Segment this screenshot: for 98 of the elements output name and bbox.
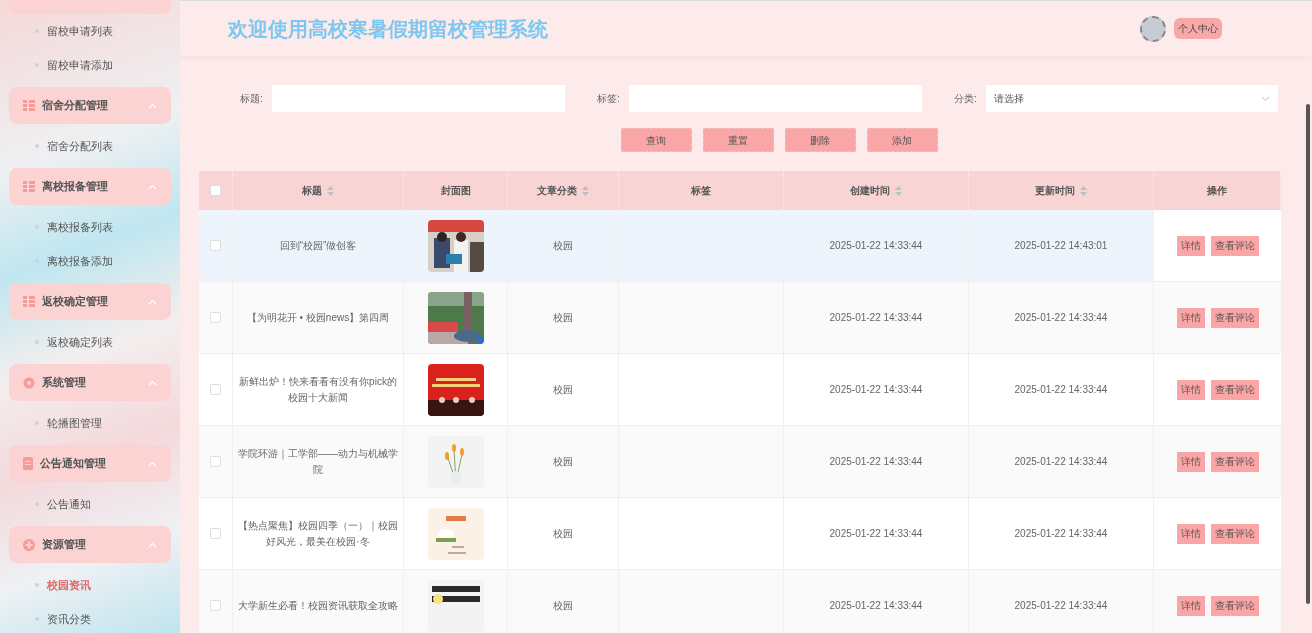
sort-icon[interactable]: [327, 185, 334, 196]
row-action-button[interactable]: 查看评论: [1210, 379, 1259, 400]
row-action-button[interactable]: 详情: [1176, 451, 1205, 472]
grid-icon: [23, 296, 35, 307]
menu-group-header[interactable]: 资源管理: [9, 526, 171, 563]
article-title: 回到“校园”做创客: [279, 238, 357, 253]
plus-circle-icon: [23, 538, 35, 551]
row-action-button[interactable]: 查看评论: [1210, 523, 1259, 544]
row-checkbox[interactable]: [210, 312, 221, 323]
row-checkbox[interactable]: [210, 600, 221, 611]
menu-item[interactable]: 留校申请列表: [9, 14, 171, 48]
grid-icon: [23, 100, 35, 111]
table-row[interactable]: 大学新生必看！校园资讯获取全攻略 校园 2025-01-22 14:33:44 2025-01-22 14:33:44 详情 查看评论: [199, 570, 1281, 633]
settings-icon: [23, 376, 35, 389]
updated-time: 2025-01-22 14:33:44: [1014, 599, 1108, 613]
menu-group-header[interactable]: 宿舍分配管理: [9, 87, 171, 124]
caret-up-icon: [148, 379, 157, 386]
bullet-icon: [35, 29, 39, 33]
category-text: 校园: [553, 311, 573, 325]
row-action-button[interactable]: 详情: [1176, 379, 1205, 400]
action-button[interactable]: 添加: [866, 128, 938, 152]
category-text: 校园: [553, 527, 573, 541]
updated-time: 2025-01-22 14:33:44: [1014, 311, 1108, 325]
row-checkbox[interactable]: [210, 240, 221, 251]
row-action-button[interactable]: 查看评论: [1210, 307, 1259, 328]
bullet-icon: [35, 421, 39, 425]
caret-up-icon: [148, 298, 157, 305]
row-action-button[interactable]: 详情: [1176, 235, 1205, 256]
row-checkbox[interactable]: [210, 528, 221, 539]
grid-icon: [23, 181, 35, 192]
updated-time: 2025-01-22 14:33:44: [1014, 383, 1108, 397]
row-action-button[interactable]: 查看评论: [1210, 235, 1259, 256]
article-title: 学院环游｜工学部——动力与机械学院: [237, 446, 399, 477]
caret-up-icon: [148, 460, 157, 467]
category-text: 校园: [553, 599, 573, 613]
row-action-button[interactable]: 详情: [1176, 307, 1205, 328]
menu-item[interactable]: 离校报备添加: [9, 244, 171, 278]
menu-group-header[interactable]: 公告通知管理: [9, 445, 171, 482]
select-all-checkbox[interactable]: [210, 185, 221, 196]
action-button[interactable]: 删除: [784, 128, 856, 152]
category-select[interactable]: 请选择: [986, 85, 1278, 112]
menu-item[interactable]: 宿舍分配列表: [9, 129, 171, 163]
updated-time: 2025-01-22 14:33:44: [1014, 527, 1108, 541]
menu-item[interactable]: 轮播图管理: [9, 406, 171, 440]
menu-group-header[interactable]: 返校确定管理: [9, 283, 171, 320]
menu-item[interactable]: 返校确定列表: [9, 325, 171, 359]
bullet-icon: [35, 502, 39, 506]
bullet-icon: [35, 63, 39, 67]
created-time: 2025-01-22 14:33:44: [829, 599, 923, 613]
table-row[interactable]: 回到“校园”做创客 校园 2025-01-22 14:33:44 2025-01-22 14:43:01 详情 查看评论: [199, 210, 1281, 282]
filter-label: 标题:: [240, 92, 264, 106]
row-action-button[interactable]: 查看评论: [1210, 595, 1259, 616]
updated-time: 2025-01-22 14:33:44: [1014, 455, 1108, 469]
menu-item[interactable]: 离校报备列表: [9, 210, 171, 244]
category-text: 校园: [553, 239, 573, 253]
menu-item[interactable]: 留校申请添加: [9, 48, 171, 82]
avatar-icon: [1140, 15, 1166, 42]
category-text: 校园: [553, 455, 573, 469]
article-title: 【为明花开 • 校园news】第四周: [246, 310, 390, 325]
caret-up-icon: [148, 183, 157, 190]
filter-label: 分类:: [954, 92, 978, 106]
table-row[interactable]: 【热点聚焦】校园四季（一）｜校园好风光，最美在校园·冬 校园 2025-01-22 14:33:44 2025-01-22 14:33:44 详情 查看评论: [199, 498, 1281, 570]
caret-up-icon: [148, 541, 157, 548]
row-checkbox[interactable]: [210, 384, 221, 395]
row-action-button[interactable]: 详情: [1176, 523, 1205, 544]
created-time: 2025-01-22 14:33:44: [829, 239, 923, 253]
menu-item[interactable]: 资讯分类: [9, 602, 171, 633]
sort-icon[interactable]: [1080, 185, 1087, 196]
created-time: 2025-01-22 14:33:44: [829, 383, 923, 397]
created-time: 2025-01-22 14:33:44: [829, 527, 923, 541]
row-action-button[interactable]: 查看评论: [1210, 451, 1259, 472]
action-button[interactable]: 查询: [620, 128, 692, 152]
article-title: 大学新生必看！校园资讯获取全攻略: [238, 598, 398, 613]
action-button[interactable]: 重置: [702, 128, 774, 152]
created-time: 2025-01-22 14:33:44: [829, 455, 923, 469]
table-row[interactable]: 学院环游｜工学部——动力与机械学院 校园 2025-01-22 14:33:44 2025-01-22 14:33:44 详情 查看评论: [199, 426, 1281, 498]
chevron-down-icon: [1261, 95, 1270, 102]
category-text: 校园: [553, 383, 573, 397]
caret-up-icon: [148, 102, 157, 109]
user-center-button[interactable]: 个人中心: [1174, 18, 1222, 39]
table-row[interactable]: 【为明花开 • 校园news】第四周 校园 2025-01-22 14:33:44 2025-01-22 14:33:44 详情 查看评论: [199, 282, 1281, 354]
filter-label: 标签:: [597, 92, 621, 106]
menu-group-header[interactable]: 离校报备管理: [9, 168, 171, 205]
updated-time: 2025-01-22 14:43:01: [1014, 239, 1108, 253]
bullet-icon: [35, 583, 39, 587]
page-title: 欢迎使用高校寒暑假期留校管理系统: [228, 16, 549, 42]
menu-item[interactable]: 公告通知: [9, 487, 171, 521]
row-checkbox[interactable]: [210, 456, 221, 467]
article-title: 【热点聚焦】校园四季（一）｜校园好风光，最美在校园·冬: [237, 518, 399, 549]
bullet-icon: [35, 144, 39, 148]
menu-group-header[interactable]: 系统管理: [9, 364, 171, 401]
sort-icon[interactable]: [582, 185, 589, 196]
created-time: 2025-01-22 14:33:44: [829, 311, 923, 325]
table-row[interactable]: 新鲜出炉！快来看看有没有你pick的校园十大新闻 校园 2025-01-22 14:33:44 2025-01-22 14:33:44 详情 查看评论: [199, 354, 1281, 426]
article-title: 新鲜出炉！快来看看有没有你pick的校园十大新闻: [238, 374, 398, 405]
sort-icon[interactable]: [895, 185, 902, 196]
row-action-button[interactable]: 详情: [1176, 595, 1205, 616]
document-icon: [23, 457, 33, 470]
